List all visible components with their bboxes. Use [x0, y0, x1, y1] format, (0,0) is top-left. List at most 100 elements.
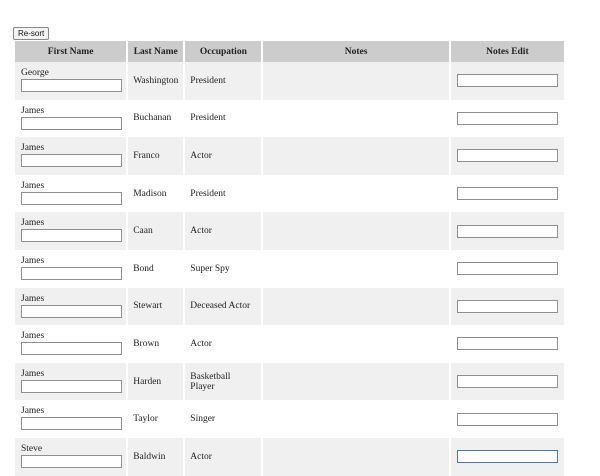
table-row: James Bond Super Spy [15, 249, 564, 288]
first-name-input[interactable] [21, 342, 122, 356]
notes-edit-cell [450, 62, 564, 100]
first-name-cell: James [15, 174, 127, 213]
first-name-text: James [21, 143, 45, 154]
notes-edit-input[interactable] [456, 224, 558, 238]
occupation-cell: Actor [185, 212, 262, 250]
occupation-cell: Actor [185, 137, 262, 175]
table-row: George Washington President [15, 62, 564, 100]
first-name-cell: James [15, 212, 127, 250]
notes-edit-cell [450, 362, 564, 401]
first-name-input[interactable] [21, 79, 122, 92]
first-name-cell: James [15, 137, 127, 175]
notes-edit-cell [450, 174, 564, 213]
table-row: James Stewart Deceased Actor [15, 287, 564, 326]
first-name-text: James [21, 293, 45, 304]
first-name-input[interactable] [21, 154, 122, 168]
last-name-cell: Baldwin [128, 437, 184, 476]
notes-cell [263, 62, 449, 100]
occupation-cell: President [185, 62, 262, 100]
last-name-cell: Madison [128, 174, 184, 213]
notes-edit-input[interactable] [456, 375, 558, 389]
column-header-occupation[interactable]: Occupation [185, 41, 262, 62]
table-row: James Brown Actor [15, 325, 564, 363]
first-name-text: James [21, 105, 45, 116]
table-row: James Caan Actor [15, 212, 564, 250]
table-row: James Taylor Singer [15, 400, 564, 438]
first-name-input[interactable] [21, 116, 122, 130]
first-name-cell: James [15, 325, 127, 363]
last-name-cell: Buchanan [128, 99, 184, 138]
table-row: James Buchanan President [15, 99, 564, 138]
notes-edit-input[interactable] [456, 111, 558, 125]
notes-edit-input[interactable] [456, 337, 558, 351]
notes-cell [263, 287, 449, 326]
notes-cell [263, 437, 449, 476]
notes-edit-input[interactable] [456, 299, 558, 313]
last-name-cell: Harden [128, 362, 184, 401]
notes-cell [263, 174, 449, 213]
occupation-cell: Actor [185, 437, 262, 476]
table-row: James Harden Basketball Player [15, 362, 564, 401]
occupation-cell: Singer [185, 400, 262, 438]
first-name-input[interactable] [21, 191, 122, 205]
first-name-cell: Steve [15, 437, 127, 476]
table-row: James Madison President [15, 174, 564, 213]
table-header-row: First Name Last Name Occupation Notes No… [15, 41, 564, 62]
notes-cell [263, 99, 449, 138]
notes-edit-input[interactable] [456, 262, 558, 276]
notes-edit-input[interactable] [456, 187, 558, 201]
notes-edit-cell [450, 400, 564, 438]
last-name-cell: Bond [128, 249, 184, 288]
first-name-input[interactable] [21, 379, 122, 393]
first-name-text: James [21, 368, 45, 379]
notes-cell [263, 249, 449, 288]
first-name-text: James [21, 180, 45, 191]
notes-cell [263, 362, 449, 401]
notes-cell [263, 212, 449, 250]
column-header-notes[interactable]: Notes [263, 41, 449, 62]
first-name-text: James [21, 255, 45, 266]
notes-edit-input[interactable] [456, 74, 558, 88]
first-name-cell: James [15, 287, 127, 326]
first-name-text: James [21, 331, 45, 342]
notes-cell [263, 325, 449, 363]
last-name-cell: Brown [128, 325, 184, 363]
notes-edit-cell [450, 437, 564, 476]
last-name-cell: Franco [128, 137, 184, 175]
first-name-input[interactable] [21, 266, 122, 280]
first-name-input[interactable] [21, 229, 122, 243]
first-name-text: George [21, 68, 49, 78]
last-name-cell: Caan [128, 212, 184, 250]
first-name-text: Steve [21, 443, 43, 454]
notes-cell [263, 400, 449, 438]
last-name-cell: Washington [128, 62, 184, 100]
occupation-cell: President [185, 174, 262, 213]
column-header-last-name[interactable]: Last Name [128, 41, 184, 62]
table-row: Steve Baldwin Actor [15, 437, 564, 476]
occupation-cell: Super Spy [185, 249, 262, 288]
first-name-input[interactable] [21, 304, 122, 318]
notes-edit-input[interactable] [456, 412, 558, 426]
last-name-cell: Stewart [128, 287, 184, 326]
first-name-cell: James [15, 400, 127, 438]
first-name-cell: James [15, 362, 127, 401]
notes-edit-cell [450, 249, 564, 288]
notes-edit-cell [450, 99, 564, 138]
column-header-first-name[interactable]: First Name [15, 41, 127, 62]
first-name-text: James [21, 218, 45, 229]
first-name-cell: George [15, 62, 127, 100]
occupation-cell: Actor [185, 325, 262, 363]
table-row: James Franco Actor [15, 137, 564, 175]
first-name-input[interactable] [21, 454, 122, 468]
resort-button[interactable]: Re-sort [13, 27, 50, 40]
first-name-cell: James [15, 99, 127, 138]
first-name-input[interactable] [21, 417, 122, 431]
notes-edit-cell [450, 325, 564, 363]
notes-edit-input[interactable] [456, 450, 558, 464]
notes-edit-input[interactable] [456, 149, 558, 163]
notes-edit-cell [450, 212, 564, 250]
first-name-cell: James [15, 249, 127, 288]
notes-cell [263, 137, 449, 175]
column-header-notes-edit[interactable]: Notes Edit [450, 41, 564, 62]
table-body: George Washington President James Buchanan Pr… [15, 62, 564, 476]
